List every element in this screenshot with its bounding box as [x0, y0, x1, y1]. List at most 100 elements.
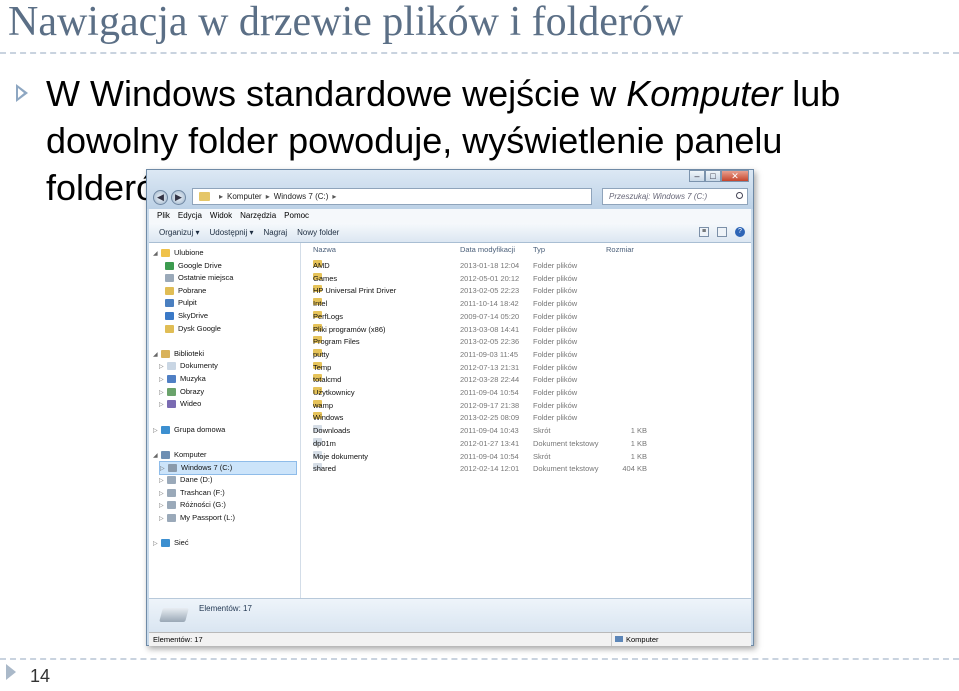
- menu-pomoc[interactable]: Pomoc: [284, 211, 309, 220]
- file-date: 2013-01-18 12:04: [460, 261, 520, 270]
- slide-title: Nawigacja w drzewie plików i folderów: [8, 0, 684, 45]
- file-row[interactable]: Temp 2012-07-13 21:31 Folder plików: [301, 361, 751, 374]
- star-icon: [161, 249, 170, 258]
- burn-button[interactable]: Nagraj: [264, 228, 288, 237]
- back-button[interactable]: ◀: [153, 190, 168, 205]
- file-type: Folder plików: [533, 362, 578, 372]
- address-bar[interactable]: ▸ Komputer ▸ Windows 7 (C:) ▸: [192, 188, 592, 205]
- file-date: 2012-05-01 20:12: [460, 273, 520, 283]
- nav-recent-places[interactable]: Ostatnie miejsca: [165, 272, 233, 284]
- file-date: 2011-09-04 10:54: [460, 451, 519, 461]
- nav-dysk-google[interactable]: Dysk Google: [165, 323, 221, 335]
- file-row[interactable]: Games 2012-05-01 20:12 Folder plików: [301, 272, 751, 285]
- column-name[interactable]: Nazwa: [313, 243, 336, 257]
- menu-bar: Plik Edycja Widok Narzędzia Pomoc: [149, 209, 751, 223]
- close-button[interactable]: ✕: [721, 170, 749, 182]
- file-row[interactable]: putty 2011-09-03 11:45 Folder plików: [301, 348, 751, 361]
- view-options-icon[interactable]: ≡: [699, 227, 709, 237]
- file-type: Folder plików: [533, 286, 578, 296]
- downloads-icon: [165, 287, 174, 296]
- nav-mypassport-drive[interactable]: ▷ My Passport (L:): [159, 512, 235, 524]
- column-date[interactable]: Data modyfikacji: [460, 243, 515, 257]
- desktop-icon: [165, 299, 174, 308]
- file-type: Folder plików: [533, 349, 578, 359]
- google-drive-icon: [165, 262, 174, 271]
- help-icon[interactable]: ?: [735, 227, 745, 237]
- menu-widok[interactable]: Widok: [210, 211, 232, 220]
- nav-windows7-drive[interactable]: ▷ Windows 7 (C:): [159, 461, 297, 475]
- file-row[interactable]: dp01m 2012-01-27 13:41 Dokument tekstowy 1 …: [301, 437, 751, 450]
- file-row[interactable]: Moje dokumenty 2011-09-04 10:54 Skrót 1 KB: [301, 450, 751, 463]
- nav-computer[interactable]: ◢ Komputer: [153, 449, 207, 461]
- file-date: 2011-09-03 11:45: [460, 349, 519, 359]
- file-type: Folder plików: [533, 413, 578, 423]
- drive-icon: [159, 608, 189, 622]
- drive-icon: [167, 489, 176, 498]
- drive-icon: [167, 514, 176, 523]
- file-row[interactable]: shared 2012-02-14 12:01 Dokument tekstowy 4…: [301, 463, 751, 475]
- file-row[interactable]: Użytkownicy 2011-09-04 10:54 Folder plików: [301, 387, 751, 399]
- column-size[interactable]: Rozmiar: [606, 243, 634, 257]
- file-date: 2011-10-14 18:42: [460, 299, 519, 309]
- status-location: Komputer: [611, 633, 659, 646]
- file-row[interactable]: PerfLogs 2009-07-14 05:20 Folder plików: [301, 310, 751, 323]
- skydrive-icon: [165, 312, 174, 321]
- window-controls: – □ ✕: [689, 170, 749, 183]
- file-row[interactable]: HP Universal Print Driver 2013-02-05 22:2…: [301, 285, 751, 297]
- file-type: Skrót: [533, 451, 551, 461]
- breadcrumb-drive[interactable]: Windows 7 (C:): [274, 192, 329, 201]
- file-row[interactable]: Pliki programów (x86) 2013-03-08 14:41 Fol…: [301, 323, 751, 336]
- nav-dane-drive[interactable]: ▷ Dane (D:): [159, 474, 213, 486]
- nav-homegroup[interactable]: ▷ Grupa domowa: [153, 424, 225, 436]
- file-type: Folder plików: [533, 400, 578, 410]
- file-date: 2013-02-05 22:23: [460, 286, 520, 296]
- nav-music[interactable]: ▷ Muzyka: [159, 373, 206, 385]
- nav-pictures[interactable]: ▷ Obrazy: [159, 386, 204, 398]
- file-type: Folder plików: [533, 299, 578, 309]
- organize-button[interactable]: Organizuj ▾: [159, 228, 199, 237]
- nav-network[interactable]: ▷ Sieć: [153, 537, 189, 549]
- top-divider: [0, 52, 959, 54]
- nav-libraries[interactable]: ◢ Biblioteki: [153, 348, 204, 360]
- minimize-button[interactable]: –: [689, 170, 705, 182]
- file-row[interactable]: AMD 2013-01-18 12:04 Folder plików: [301, 260, 751, 272]
- nav-roznosci-drive[interactable]: ▷ Różności (G:): [159, 499, 226, 511]
- details-pane: Elementów: 17: [149, 598, 751, 633]
- file-type: Folder plików: [533, 273, 578, 283]
- file-type: Skrót: [533, 426, 551, 436]
- file-row[interactable]: Windows 2013-02-25 08:09 Folder plików: [301, 412, 751, 424]
- nav-google-drive[interactable]: Google Drive: [165, 260, 222, 272]
- nav-downloads[interactable]: Pobrane: [165, 285, 206, 297]
- file-row[interactable]: Downloads 2011-09-04 10:43 Skrót 1 KB: [301, 425, 751, 437]
- drive-icon: [168, 464, 177, 473]
- file-date: 2009-07-14 05:20: [460, 311, 520, 321]
- nav-desktop[interactable]: Pulpit: [165, 297, 197, 309]
- search-input[interactable]: Przeszukaj: Windows 7 (C:): [602, 188, 748, 205]
- nav-documents[interactable]: ▷ Dokumenty: [159, 360, 218, 372]
- nav-favorites[interactable]: ◢ Ulubione: [153, 247, 204, 259]
- menu-plik[interactable]: Plik: [157, 211, 170, 220]
- file-type: Folder plików: [533, 261, 578, 270]
- file-date: 2011-09-04 10:54: [460, 388, 519, 397]
- nav-videos[interactable]: ▷ Wideo: [159, 398, 201, 410]
- breadcrumb-computer[interactable]: Komputer: [227, 192, 262, 201]
- file-row[interactable]: totalcmd 2012-03-28 22:44 Folder plików: [301, 374, 751, 386]
- forward-button[interactable]: ▶: [171, 190, 186, 205]
- new-folder-button[interactable]: Nowy folder: [297, 228, 339, 237]
- column-type[interactable]: Typ: [533, 243, 545, 257]
- menu-edycja[interactable]: Edycja: [178, 211, 202, 220]
- file-row[interactable]: wamp 2012-09-17 21:38 Folder plików: [301, 399, 751, 412]
- share-button[interactable]: Udostępnij ▾: [209, 228, 253, 237]
- nav-trashcan-drive[interactable]: ▷ Trashcan (F:): [159, 487, 225, 499]
- file-date: 2012-02-14 12:01: [460, 464, 520, 474]
- file-size: 1 KB: [630, 426, 647, 436]
- nav-skydrive[interactable]: SkyDrive: [165, 310, 208, 322]
- folder-icon: [199, 192, 210, 201]
- file-type: Folder plików: [533, 311, 578, 321]
- file-row[interactable]: Program Files 2013-02-05 22:36 Folder plik…: [301, 336, 751, 348]
- menu-narzedzia[interactable]: Narzędzia: [240, 211, 276, 220]
- file-date: 2013-02-05 22:36: [460, 337, 520, 347]
- file-row[interactable]: Intel 2011-10-14 18:42 Folder plików: [301, 298, 751, 310]
- preview-pane-icon[interactable]: [717, 227, 727, 237]
- maximize-button[interactable]: □: [705, 170, 721, 182]
